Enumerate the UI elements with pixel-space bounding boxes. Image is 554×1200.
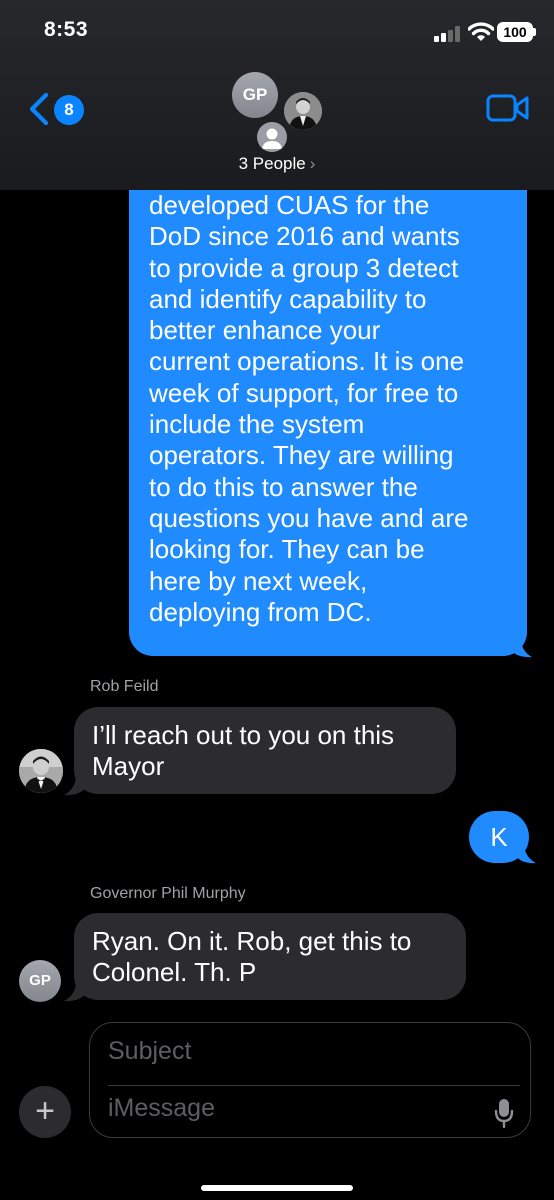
unread-count-badge: 8	[54, 95, 84, 125]
subject-field[interactable]: Subject	[108, 1037, 191, 1066]
message-incoming[interactable]: I’ll reach out to you on this Mayor	[74, 707, 456, 794]
message-line: better enhance your	[149, 315, 381, 346]
person-silhouette-icon	[262, 128, 282, 149]
message-line: to provide a group 3 detect	[149, 252, 459, 283]
message-line: operators. They are willing	[149, 440, 454, 471]
message-incoming[interactable]: Ryan. On it. Rob, get this to Colonel. T…	[74, 913, 466, 1000]
home-indicator	[201, 1185, 353, 1191]
message-line: developed CUAS for the	[149, 190, 430, 220]
wifi-icon	[468, 22, 494, 41]
apps-plus-button[interactable]: +	[19, 1086, 71, 1138]
message-line: Colonel. Th. P	[92, 957, 257, 988]
group-avatar-gp[interactable]: GP	[232, 72, 278, 118]
message-line: current operations. It is one	[149, 346, 465, 377]
person-photo-icon	[19, 749, 63, 793]
message-line: questions you have and are	[149, 502, 469, 533]
back-button[interactable]: 8	[22, 88, 84, 128]
sender-name: Rob Feild	[90, 678, 159, 695]
message-compose-box[interactable]: Subject iMessage	[89, 1022, 531, 1138]
message-line: include the system	[149, 409, 365, 440]
bubble-tail	[64, 984, 86, 1002]
message-line: here by next week,	[149, 565, 368, 596]
chevron-left-icon	[29, 92, 49, 126]
battery-icon: 100	[497, 22, 533, 42]
message-line: looking for. They can be	[149, 534, 425, 565]
message-line: DoD since 2016 and wants	[149, 221, 460, 252]
message-line: to do this to answer the	[149, 471, 418, 502]
bubble-tail	[64, 778, 86, 796]
message-line: and identify capability to	[149, 283, 427, 314]
video-call-button[interactable]	[486, 93, 530, 123]
status-time: 8:53	[44, 18, 89, 41]
message-line: I’ll reach out to you on this	[92, 720, 395, 750]
battery-nub	[533, 28, 536, 36]
cellular-signal-icon	[434, 26, 464, 42]
microphone-icon[interactable]	[494, 1097, 514, 1129]
message-input[interactable]: iMessage	[108, 1094, 215, 1123]
message-line: week of support, for free to	[149, 377, 459, 408]
group-label: 3 People	[238, 154, 306, 173]
message-line: deploying from DC.	[149, 596, 372, 627]
conversation-header: 8:53 100 8 GP 3 People ›	[0, 0, 554, 190]
chevron-right-icon: ›	[309, 154, 316, 173]
group-avatar-contact[interactable]	[257, 122, 287, 152]
message-line: Ryan. On it. Rob, get this to	[92, 926, 412, 956]
compose-divider	[108, 1085, 520, 1086]
sender-name: Governor Phil Murphy	[90, 885, 246, 902]
sender-avatar-photo[interactable]	[19, 749, 63, 793]
group-avatar-photo[interactable]	[284, 92, 322, 130]
group-details-link[interactable]: 3 People ›	[0, 154, 554, 174]
sender-avatar-gp[interactable]: GP	[19, 960, 61, 1002]
person-photo-icon	[284, 92, 322, 130]
bubble-tail	[516, 846, 536, 864]
message-line: Mayor	[92, 751, 165, 782]
message-outgoing[interactable]: developed CUAS for the DoD since 2016 an…	[129, 160, 527, 656]
